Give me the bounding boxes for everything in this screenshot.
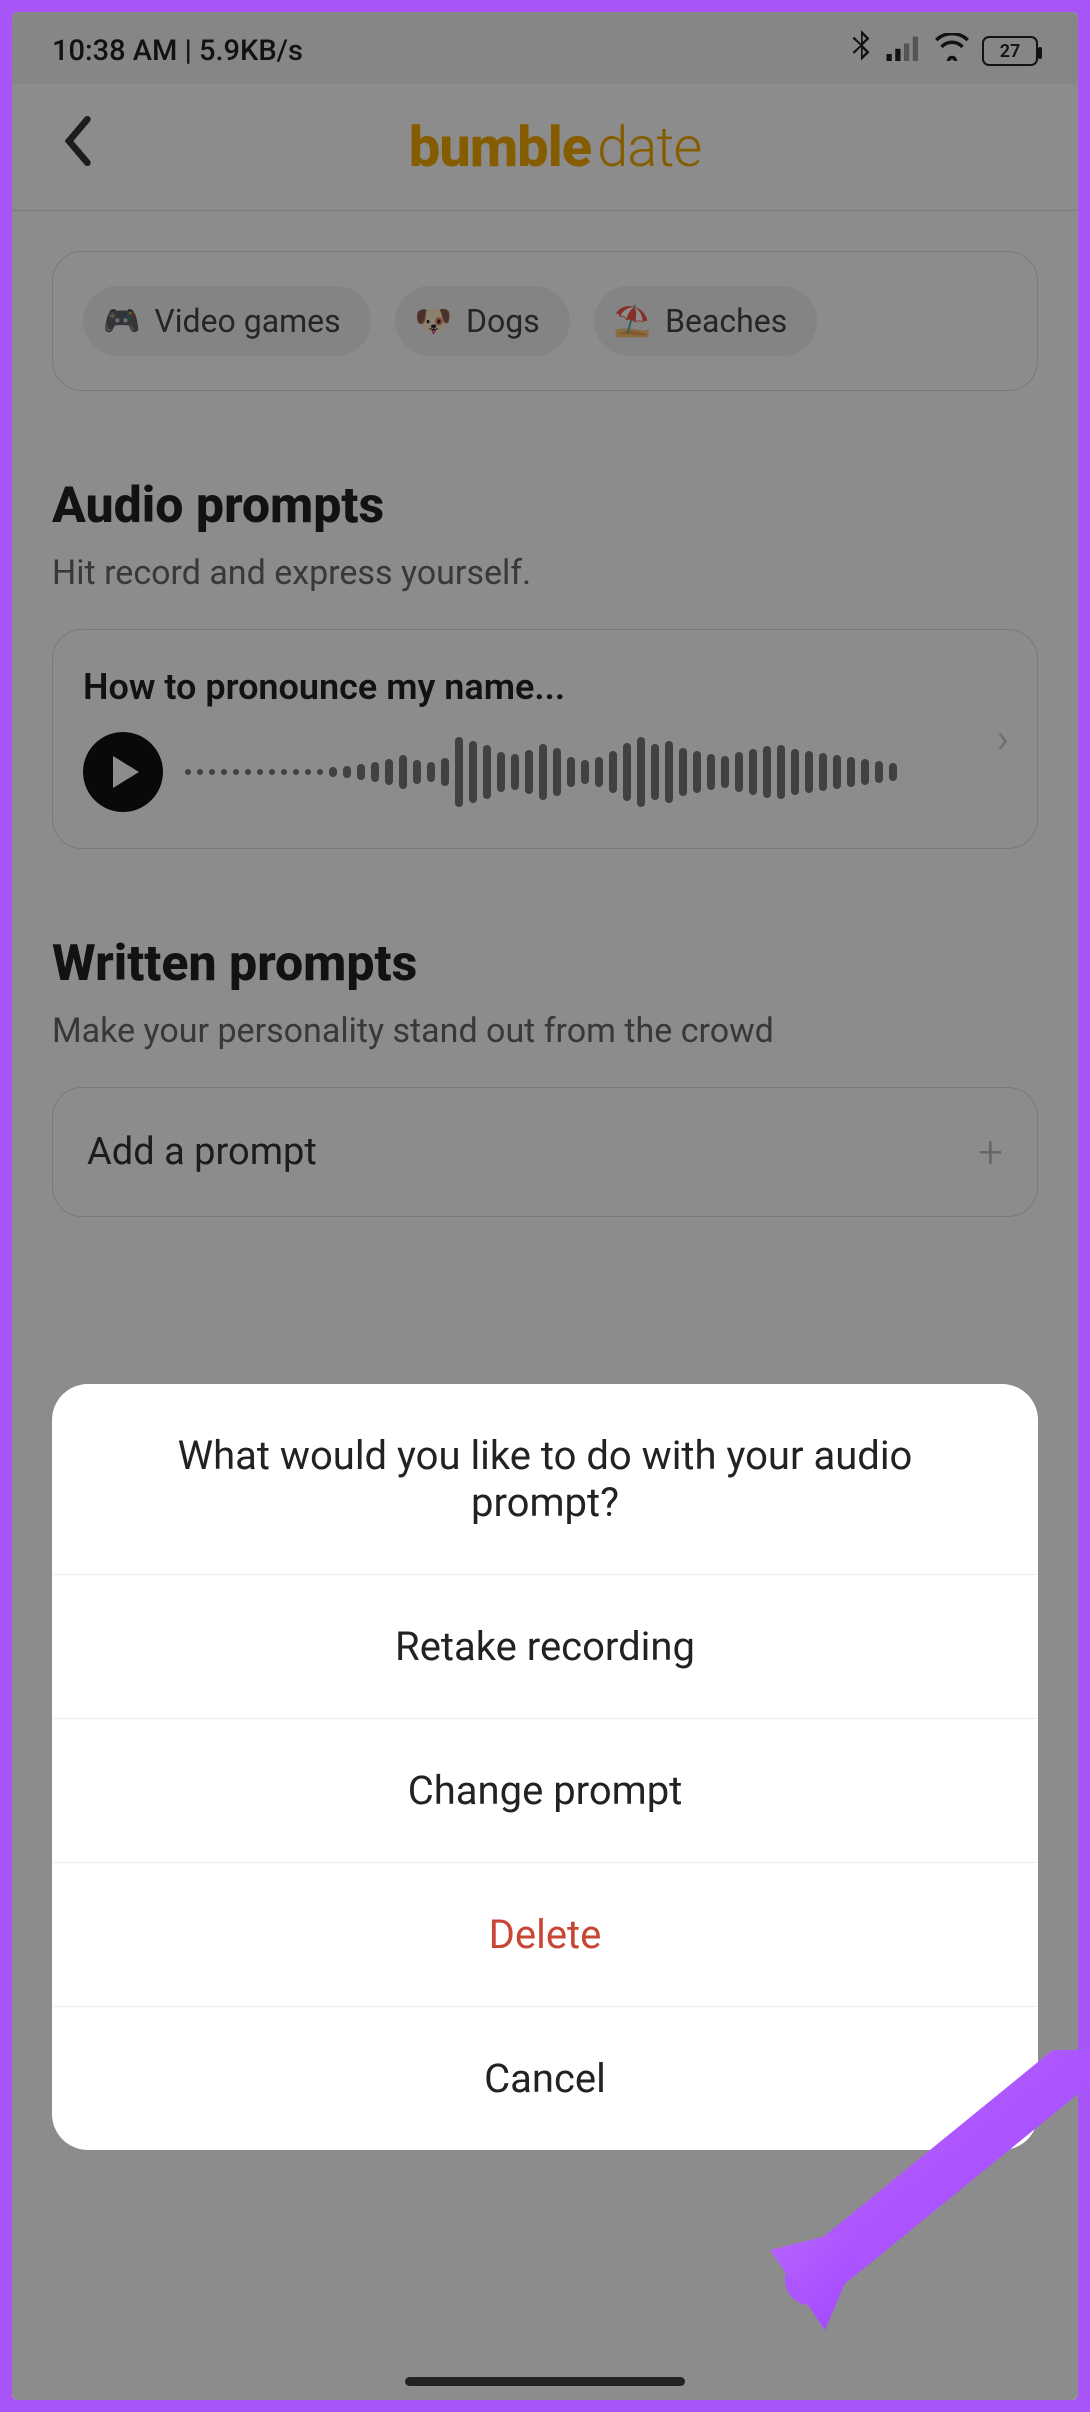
delete-option[interactable]: Delete — [52, 1863, 1038, 2007]
cancel-option[interactable]: Cancel — [52, 2007, 1038, 2150]
dialog-title: What would you like to do with your audi… — [52, 1384, 1038, 1575]
change-prompt-option[interactable]: Change prompt — [52, 1719, 1038, 1863]
home-indicator[interactable] — [405, 2377, 685, 2386]
action-sheet: What would you like to do with your audi… — [52, 1384, 1038, 2150]
modal-overlay[interactable]: What would you like to do with your audi… — [12, 12, 1078, 2400]
retake-recording-option[interactable]: Retake recording — [52, 1575, 1038, 1719]
